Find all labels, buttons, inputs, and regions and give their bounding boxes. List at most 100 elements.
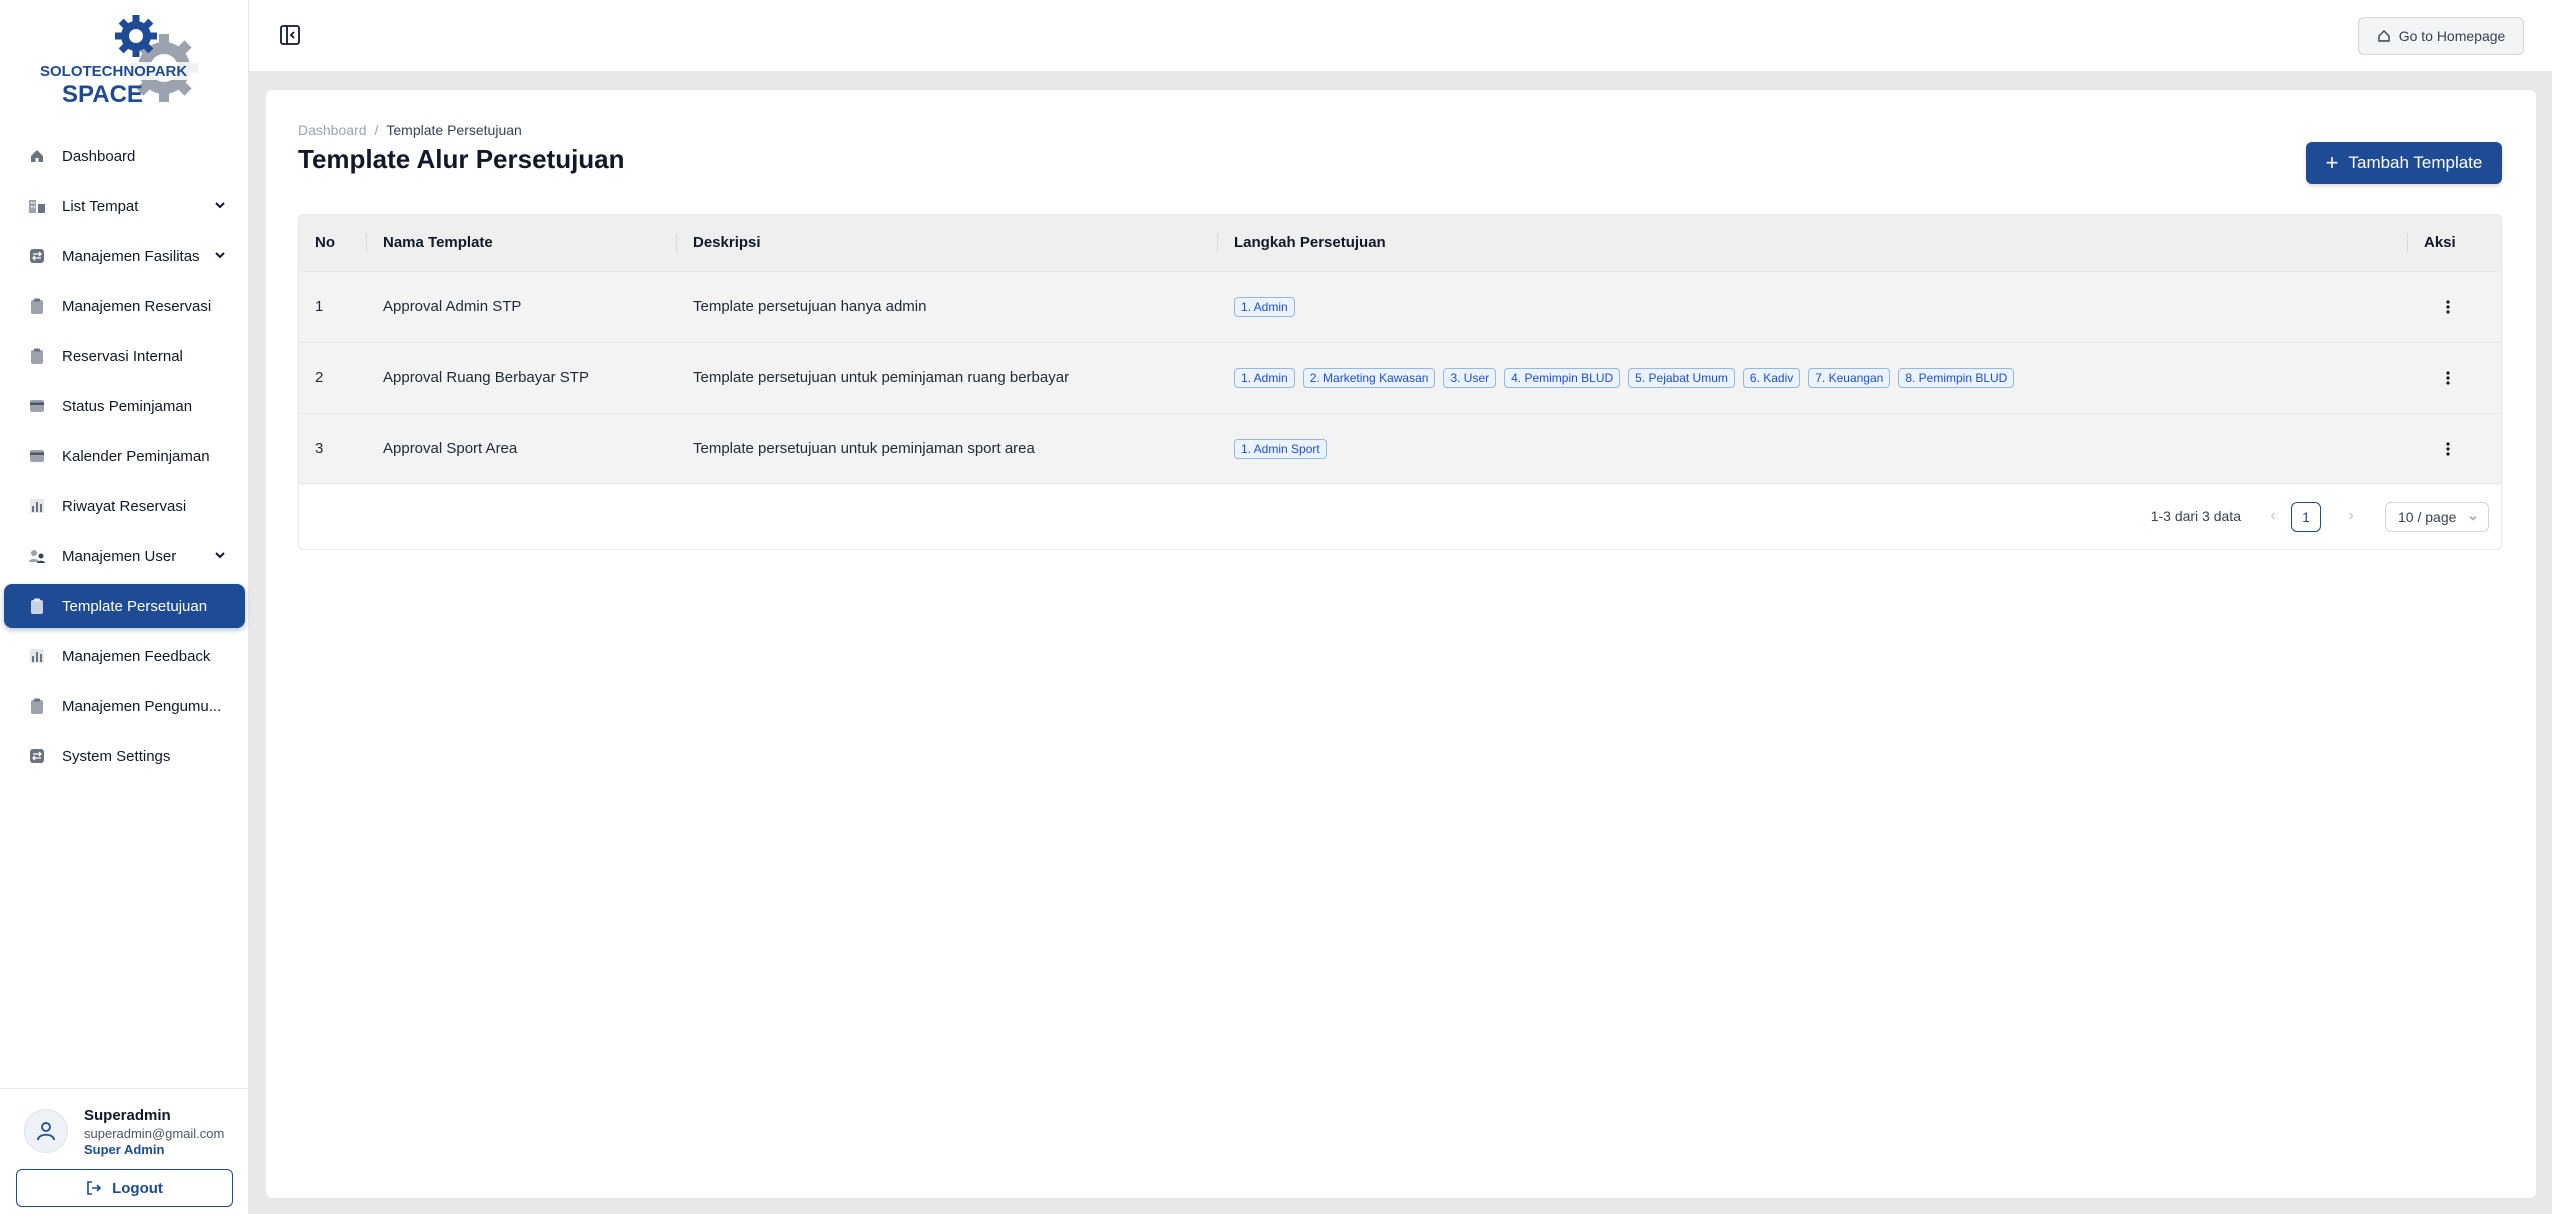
page-size-select[interactable]: 10 / page — [2385, 502, 2489, 532]
sidebar-item-label: Status Peminjaman — [62, 397, 193, 415]
user-name: Superadmin — [84, 1107, 171, 1124]
column-header-no: No — [299, 215, 367, 271]
more-actions-icon[interactable] — [2438, 297, 2458, 317]
swap-icon — [28, 747, 46, 765]
bar-chart-icon — [28, 647, 46, 665]
cell-name: Approval Sport Area — [383, 440, 518, 458]
sidebar: SOLOTECHNOPARK SPACE Dashboard List Temp… — [0, 0, 249, 1214]
chevron-down-icon — [2469, 516, 2477, 521]
avatar — [24, 1109, 68, 1153]
page-title: Template Alur Persetujuan — [298, 144, 625, 174]
cell-steps: 1. Admin Sport — [1218, 413, 2408, 484]
step-tag: 5. Pejabat Umum — [1628, 367, 1735, 388]
sidebar-item-manajemen-pengumuman[interactable]: Manajemen Pengumu... — [4, 684, 245, 728]
column-header-steps: Langkah Persetujuan — [1218, 215, 2408, 271]
plus-icon: + — [2325, 150, 2339, 175]
cell-steps: 1. Admin 2. Marketing Kawasan 3. User 4. Pe… — [1218, 342, 2408, 413]
sidebar-item-manajemen-reservasi[interactable]: Manajemen Reservasi — [4, 284, 245, 328]
step-tag: 8. Pemimpin BLUD — [1898, 367, 2015, 388]
chevron-right-icon[interactable]: › — [2341, 506, 2361, 526]
solo-technopark-logo[interactable]: SOLOTECHNOPARK SPACE — [36, 12, 212, 108]
cell-description: Template persetujuan untuk peminjaman ru… — [693, 369, 1070, 386]
cell-action — [2408, 342, 2501, 413]
sidebar-item-label: Manajemen User — [62, 547, 177, 565]
cell-name: Approval Admin STP — [383, 298, 522, 315]
home-icon — [2377, 30, 2390, 42]
cell-action — [2408, 271, 2501, 342]
more-actions-icon[interactable] — [2438, 439, 2458, 459]
sidebar-item-status-peminjaman[interactable]: Status Peminjaman — [4, 384, 245, 428]
sidebar-item-label: Manajemen Feedback — [62, 647, 211, 665]
sidebar-item-label: Manajemen Reservasi — [62, 297, 212, 315]
sidebar-item-manajemen-feedback[interactable]: Manajemen Feedback — [4, 634, 245, 678]
cell-name: Approval Ruang Berbayar STP — [383, 369, 589, 386]
cell-steps: 1. Admin — [1218, 271, 2408, 342]
column-header-action: Aksi — [2424, 234, 2456, 252]
cell-no: 3 — [315, 440, 324, 458]
card-icon — [28, 447, 46, 465]
sidebar-item-label: Kalender Peminjaman — [62, 447, 210, 465]
topbar: Go to Homepage — [249, 0, 2552, 72]
sidebar-item-dashboard[interactable]: Dashboard — [4, 134, 245, 178]
user-role: Super Admin — [84, 1142, 165, 1157]
logout-label: Logout — [112, 1179, 163, 1197]
step-tag: 1. Admin — [1234, 296, 1295, 317]
table-row: 3 Approval Sport Area Template persetuju… — [299, 413, 2501, 484]
sidebar-item-label: System Settings — [62, 747, 171, 765]
cell-no: 1 — [315, 298, 324, 315]
sidebar-item-label: Template Persetujuan — [62, 597, 208, 615]
sidebar-item-manajemen-fasilitas[interactable]: Manajemen Fasilitas — [4, 234, 245, 278]
sidebar-item-template-persetujuan[interactable]: Template Persetujuan — [4, 584, 245, 628]
go-to-homepage-button[interactable]: Go to Homepage — [2358, 17, 2524, 55]
sidebar-item-kalender-peminjaman[interactable]: Kalender Peminjaman — [4, 434, 245, 478]
user-icon — [37, 1122, 55, 1141]
pagination-total: 1-3 dari 3 data — [2150, 508, 2241, 524]
chevron-left-icon[interactable]: ‹ — [2263, 506, 2283, 526]
table-row: 2 Approval Ruang Berbayar STP Template p… — [299, 342, 2501, 413]
logo-text-bottom: SPACE — [62, 81, 143, 108]
sidebar-item-system-settings[interactable]: System Settings — [4, 734, 245, 778]
clipboard-icon — [28, 597, 46, 615]
breadcrumb-current: Template Persetujuan — [386, 122, 522, 138]
clipboard-icon — [28, 347, 46, 365]
main-content: Dashboard / Template Persetujuan Template … — [266, 90, 2536, 1198]
table-header-row: No Nama Template Deskripsi Langkah Perse… — [299, 215, 2501, 271]
sidebar-item-reservasi-internal[interactable]: Reservasi Internal — [4, 334, 245, 378]
step-tag: 6. Kadiv — [1742, 367, 1801, 388]
user-email: superadmin@gmail.com — [84, 1126, 225, 1141]
sidebar-item-label: Reservasi Internal — [62, 347, 183, 365]
swap-icon — [28, 247, 46, 265]
breadcrumb-separator: / — [374, 122, 379, 138]
page-size-value: 10 / page — [2398, 509, 2457, 525]
pagination-page-button[interactable]: 1 — [2291, 502, 2321, 532]
cell-action — [2408, 413, 2501, 484]
chevron-down-icon[interactable] — [213, 548, 227, 562]
step-tag: 4. Pemimpin BLUD — [1504, 367, 1621, 388]
sidebar-item-label: Manajemen Fasilitas — [62, 247, 200, 265]
more-actions-icon[interactable] — [2438, 368, 2458, 388]
cell-description: Template persetujuan untuk peminjaman sp… — [693, 440, 1035, 458]
sidebar-item-riwayat-reservasi[interactable]: Riwayat Reservasi — [4, 484, 245, 528]
go-to-homepage-label: Go to Homepage — [2398, 28, 2506, 44]
add-template-button[interactable]: + Tambah Template — [2306, 142, 2502, 184]
column-header-name: Nama Template — [367, 215, 677, 271]
building-icon — [28, 197, 46, 215]
chevron-down-icon[interactable] — [213, 248, 227, 262]
chevron-down-icon[interactable] — [213, 198, 227, 212]
sidebar-item-manajemen-user[interactable]: Manajemen User — [4, 534, 245, 578]
home-icon — [28, 147, 46, 165]
sidebar-item-label: Dashboard — [62, 147, 136, 165]
logout-button[interactable]: Logout — [16, 1169, 233, 1207]
step-tag: 1. Admin Sport — [1234, 438, 1327, 459]
breadcrumb: Dashboard / Template Persetujuan — [298, 122, 522, 138]
cell-description: Template persetujuan hanya admin — [693, 298, 927, 315]
sidebar-item-list-tempat[interactable]: List Tempat — [4, 184, 245, 228]
sidebar-collapse-icon[interactable] — [279, 24, 301, 46]
table-row: 1 Approval Admin STP Template persetujua… — [299, 271, 2501, 342]
breadcrumb-root[interactable]: Dashboard — [298, 122, 367, 138]
sidebar-item-label: Riwayat Reservasi — [62, 497, 187, 515]
cell-no: 2 — [315, 369, 324, 386]
user-card: Superadmin superadmin@gmail.com Super Ad… — [0, 1088, 249, 1214]
users-icon — [28, 547, 46, 565]
pagination: 1-3 dari 3 data ‹ 1 › 10 / page — [299, 483, 2501, 549]
